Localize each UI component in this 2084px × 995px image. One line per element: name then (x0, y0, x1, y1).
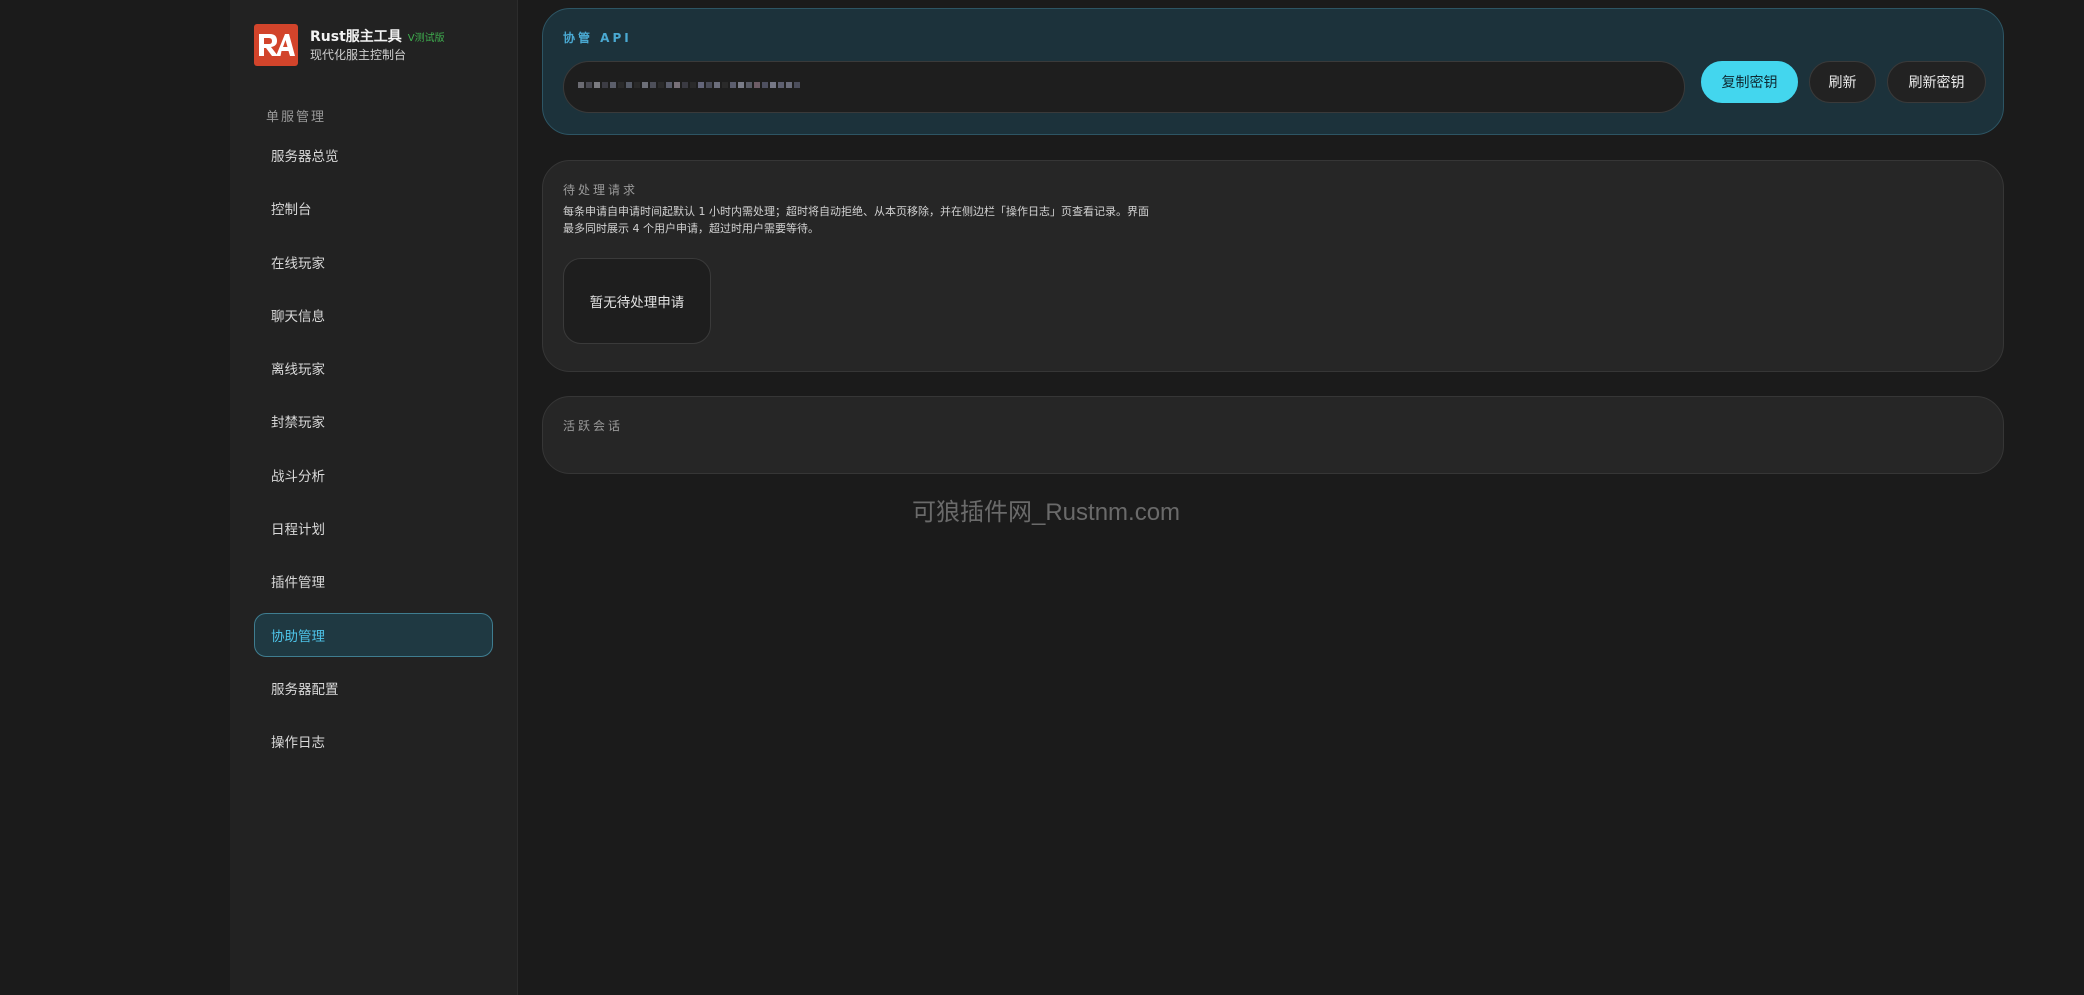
sidebar-item-console[interactable]: 控制台 (254, 186, 493, 230)
sidebar-item-schedule[interactable]: 日程计划 (254, 506, 493, 550)
sidebar-item-banned-players[interactable]: 封禁玩家 (254, 399, 493, 443)
sidebar-item-plugins[interactable]: 插件管理 (254, 559, 493, 603)
sidebar-item-operation-log[interactable]: 操作日志 (254, 719, 493, 763)
pending-requests-panel: 待处理请求 每条申请自申请时间起默认 1 小时内需处理；超时将自动拒绝、从本页移… (542, 160, 2004, 372)
app-subtitle: 现代化服主控制台 (310, 47, 407, 62)
logo-mark-icon (259, 34, 295, 56)
nav-section-title: 单服管理 (266, 110, 327, 125)
pending-panel-title: 待处理请求 (563, 183, 639, 197)
sidebar: Rust服主工具 V测试版 现代化服主控制台 单服管理 服务器总览 控制台 在线… (230, 0, 518, 995)
sidebar-item-server-overview[interactable]: 服务器总览 (254, 133, 493, 177)
api-key-field[interactable] (563, 61, 1685, 113)
sidebar-item-combat-analysis[interactable]: 战斗分析 (254, 453, 493, 497)
active-sessions-panel: 活跃会话 (542, 396, 2004, 474)
watermark: 可狼插件网_Rustnm.com (912, 499, 1181, 526)
sidebar-item-offline-players[interactable]: 离线玩家 (254, 346, 493, 390)
empty-pending-card: 暂无待处理申请 (563, 258, 711, 344)
copy-key-button[interactable]: 复制密钥 (1701, 61, 1798, 103)
brand: Rust服主工具 V测试版 现代化服主控制台 (254, 24, 445, 66)
sidebar-item-assist-management[interactable]: 协助管理 (254, 612, 493, 657)
app-logo (254, 24, 298, 66)
sidebar-item-chat[interactable]: 聊天信息 (254, 293, 493, 337)
sidebar-item-server-config[interactable]: 服务器配置 (254, 666, 493, 710)
sidebar-item-online-players[interactable]: 在线玩家 (254, 240, 493, 284)
rotate-key-button[interactable]: 刷新密钥 (1887, 61, 1986, 103)
app-window: Rust服主工具 V测试版 现代化服主控制台 单服管理 服务器总览 控制台 在线… (0, 0, 2084, 995)
pending-description: 每条申请自申请时间起默认 1 小时内需处理；超时将自动拒绝、从本页移除，并在侧边… (563, 205, 1149, 235)
refresh-button[interactable]: 刷新 (1809, 61, 1876, 103)
api-panel-title: 协管 API (563, 31, 632, 45)
app-title: Rust服主工具 (310, 28, 402, 45)
api-panel: 协管 API 复制密钥 刷新 刷新密钥 (542, 8, 2004, 135)
api-key-masked (578, 82, 800, 88)
version-badge: V测试版 (407, 32, 445, 44)
sidebar-nav: 服务器总览 控制台 在线玩家 聊天信息 离线玩家 封禁玩家 战斗分析 日程计划 … (254, 133, 493, 773)
sessions-panel-title: 活跃会话 (563, 419, 624, 433)
